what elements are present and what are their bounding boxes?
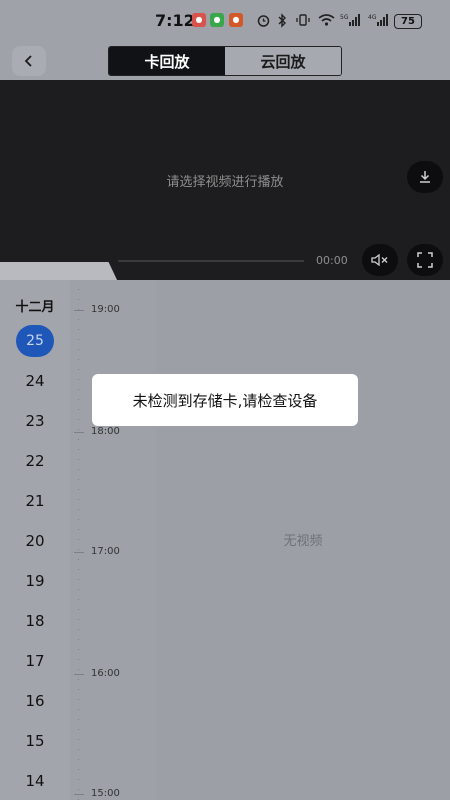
empty-state-text: 无视频 — [283, 534, 323, 549]
date-item[interactable]: 14 — [15, 765, 55, 797]
month-label: 十二月 — [15, 300, 55, 315]
wechat-icon: ● — [210, 13, 224, 27]
timeline-hour-mark: 15:00 — [74, 788, 154, 800]
mute-button[interactable] — [362, 244, 398, 276]
date-item[interactable]: 18 — [15, 605, 55, 637]
fullscreen-button[interactable] — [407, 244, 443, 276]
date-item[interactable]: 17 — [15, 645, 55, 677]
4g-signal-icon: 4G — [368, 14, 388, 26]
back-button[interactable] — [12, 46, 46, 76]
notification-app-icon: ● — [229, 13, 243, 27]
date-item[interactable]: 24 — [15, 365, 55, 397]
toast-message: 未检测到存储卡,请检查设备 — [92, 374, 358, 426]
header: 卡回放 云回放 — [0, 42, 450, 80]
notification-app-icon: ● — [192, 13, 206, 27]
playback-tabs: 卡回放 云回放 — [108, 46, 342, 76]
date-item[interactable]: 22 — [15, 445, 55, 477]
playback-time: 00:00 — [316, 254, 348, 267]
speaker-muted-icon — [371, 253, 388, 267]
tab-card-playback[interactable]: 卡回放 — [109, 47, 225, 75]
battery-indicator: 75 — [394, 14, 422, 29]
wifi-icon — [318, 14, 335, 26]
date-item[interactable]: 21 — [15, 485, 55, 517]
tab-cloud-playback[interactable]: 云回放 — [225, 47, 341, 75]
timeline-hour-mark: 16:00 — [74, 668, 154, 680]
chevron-left-icon — [24, 55, 32, 67]
vibrate-icon — [296, 14, 310, 26]
date-item[interactable]: 23 — [15, 405, 55, 437]
bluetooth-icon — [278, 13, 286, 28]
date-list: 十二月 25 24 23 22 21 20 19 18 17 16 15 14 — [0, 280, 70, 800]
download-button[interactable] — [407, 161, 443, 193]
alarm-icon — [257, 15, 270, 27]
5g-signal-icon: 5G — [340, 14, 360, 26]
timeline-hour-label: 19:00 — [91, 304, 120, 315]
timeline-ruler[interactable]: 19:00 18:00 17:00 16:00 15:00 — [70, 280, 156, 800]
timeline-hour-label: 16:00 — [91, 668, 120, 679]
video-placeholder-text: 请选择视频进行播放 — [166, 175, 284, 190]
date-item[interactable]: 16 — [15, 685, 55, 717]
video-player[interactable]: 请选择视频进行播放 00:00 — [0, 80, 450, 280]
status-time: 7:12 — [155, 11, 195, 30]
timeline-hour-label: 18:00 — [91, 426, 120, 437]
progress-bar[interactable] — [118, 260, 304, 262]
status-bar: 7:12 ● ● ● 5G 4G 75 — [0, 0, 450, 42]
date-item[interactable]: 20 — [15, 525, 55, 557]
timeline-hour-mark: 18:00 — [74, 426, 154, 438]
timeline-hour-mark: 17:00 — [74, 546, 154, 558]
date-item-selected[interactable]: 25 — [16, 325, 54, 357]
timeline-hour-mark: 19:00 — [74, 304, 154, 316]
svg-text:4G: 4G — [368, 14, 377, 21]
date-item[interactable]: 19 — [15, 565, 55, 597]
timeline-hour-label: 15:00 — [91, 788, 120, 799]
fullscreen-icon — [417, 252, 433, 268]
video-panel-fold — [0, 262, 118, 282]
svg-text:5G: 5G — [340, 14, 349, 21]
recordings-area: 无视频 — [156, 280, 450, 800]
timeline-hour-label: 17:00 — [91, 546, 120, 557]
date-item[interactable]: 15 — [15, 725, 55, 757]
download-icon — [420, 171, 430, 183]
